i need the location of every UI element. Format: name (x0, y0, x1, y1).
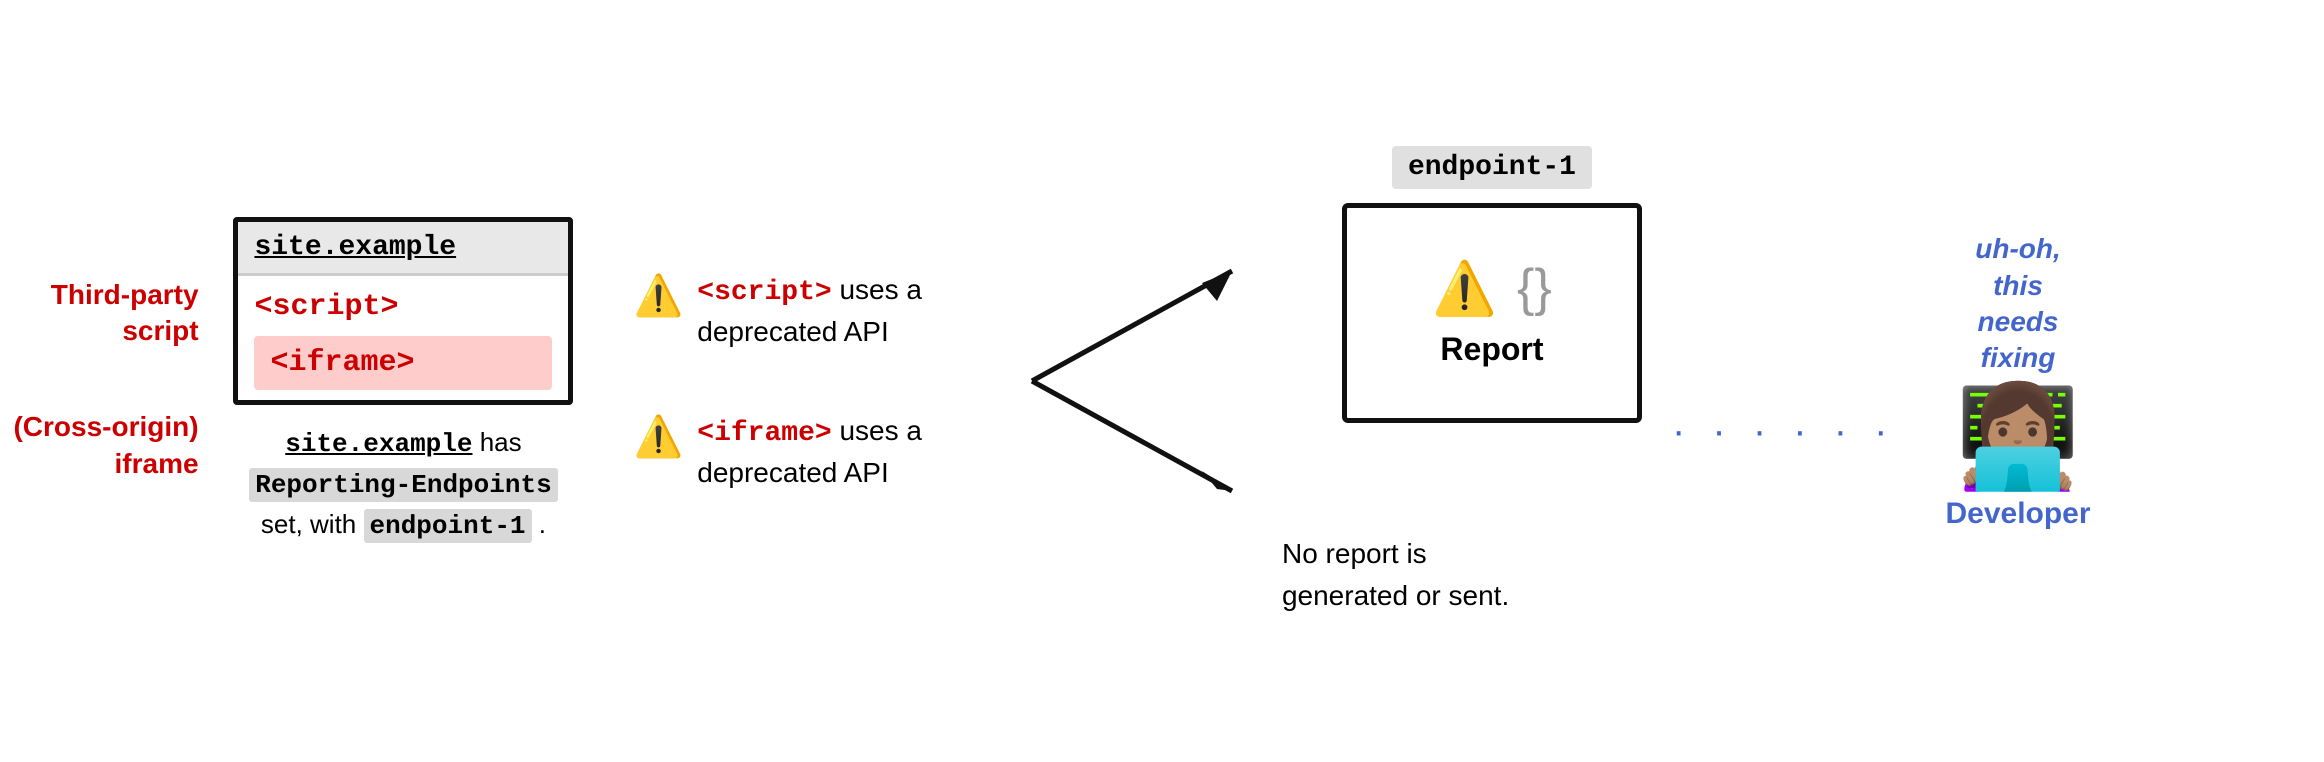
developer-speech: uh-oh, this needs fixing (1975, 231, 2061, 377)
side-labels: Third-party script (Cross-origin) iframe (13, 277, 198, 483)
endpoint-label: endpoint-1 (1392, 146, 1592, 189)
curly-braces: {} (1517, 258, 1552, 318)
endpoint-section: endpoint-1 ⚠️ {} Report (1342, 146, 1642, 423)
site-box-wrapper: Third-party script (Cross-origin) iframe… (233, 217, 573, 546)
script-tag-warning: <script> (697, 277, 831, 308)
site-box: site.example <script> <iframe> (233, 217, 573, 405)
caption-endpoint-1: endpoint-1 (364, 509, 532, 543)
warning-text-iframe: <iframe> uses adeprecated API (697, 411, 922, 492)
site-caption: site.example has Reporting-Endpoints set… (249, 423, 557, 546)
endpoint-box: ⚠️ {} Report (1342, 203, 1642, 423)
developer-section: uh-oh, this needs fixing 👩🏽‍💻 Developer (1945, 231, 2090, 531)
caption-has: has (472, 427, 521, 457)
diagram-container: Third-party script (Cross-origin) iframe… (0, 0, 2324, 762)
warning-iframe: ⚠️ <iframe> uses adeprecated API (633, 411, 922, 492)
site-title: site.example (254, 232, 456, 263)
split-arrows (1012, 211, 1292, 551)
iframe-tag: <iframe> (254, 336, 552, 390)
warning-icon-script: ⚠️ (633, 272, 683, 319)
developer-emoji: 👩🏽‍💻 (1956, 387, 2081, 487)
script-tag: <script> (254, 286, 552, 328)
no-report-text: No report is generated or sent. (1282, 533, 1509, 617)
main-row: Third-party script (Cross-origin) iframe… (60, 20, 2264, 742)
warning-icon-endpoint: ⚠️ (1432, 258, 1497, 319)
endpoint-report-label: Report (1440, 331, 1543, 368)
warning-icon-iframe: ⚠️ (633, 413, 683, 460)
dots-separator: · · · · · · (1672, 409, 1896, 454)
third-party-label: Third-party script (13, 277, 198, 350)
no-report-section: No report is generated or sent. (1282, 533, 1642, 617)
warning-script: ⚠️ <script> uses adeprecated API (633, 270, 922, 351)
site-title-bar: site.example (238, 222, 568, 276)
warnings-section: ⚠️ <script> uses adeprecated API ⚠️ <ifr… (633, 270, 922, 493)
iframe-tag-warning: <iframe> (697, 418, 831, 449)
warning-text-script: <script> uses adeprecated API (697, 270, 922, 351)
caption-set-with: set, with (261, 509, 356, 539)
endpoint-icons: ⚠️ {} (1432, 258, 1551, 319)
caption-period: . (539, 509, 546, 539)
site-body: <script> <iframe> (238, 276, 568, 400)
caption-reporting-endpoints: Reporting-Endpoints (249, 468, 557, 502)
cross-origin-label: (Cross-origin) iframe (13, 409, 198, 482)
caption-site-example: site.example (285, 429, 472, 459)
right-side: endpoint-1 ⚠️ {} Report No report is gen… (1342, 146, 1642, 617)
arrows-svg (1012, 211, 1292, 551)
developer-label: Developer (1945, 497, 2090, 531)
dots-connector: · · · · · · (1672, 309, 1896, 454)
